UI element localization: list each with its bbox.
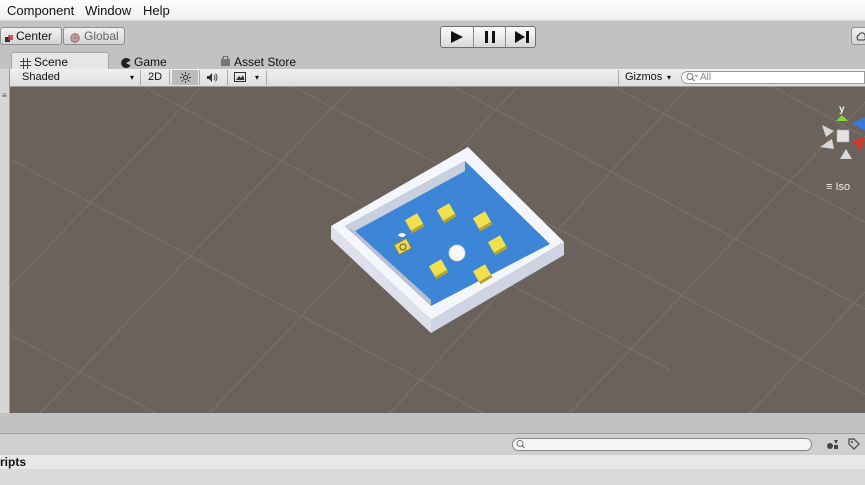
menu-lines-icon: ≡ <box>826 181 833 193</box>
dropdown-arrow-icon: ▾ <box>255 73 260 82</box>
tab-bar: Scene Game Asset Store <box>0 52 865 69</box>
2d-toggle-button[interactable]: 2D <box>143 70 167 85</box>
pivot-center-button[interactable]: Center <box>0 27 62 45</box>
scene-toolbar: Shaded ▾ 2D ▾ Gizmos ▾ All <box>10 69 865 87</box>
playback-controls <box>440 26 536 48</box>
neg-x-cone <box>822 125 834 137</box>
menu-bar: Component Window Help <box>0 0 865 21</box>
separator <box>169 70 170 85</box>
neg-z-cone <box>820 139 834 149</box>
player-ball <box>448 244 466 262</box>
pause-button[interactable] <box>473 27 506 47</box>
project-panel-title: ripts <box>0 455 27 469</box>
2d-toggle-label: 2D <box>147 71 163 83</box>
axis-y-label: y <box>839 104 845 115</box>
separator <box>140 70 141 85</box>
global-space-button[interactable]: Global <box>63 27 125 45</box>
separator <box>227 70 228 85</box>
search-icon <box>686 72 699 86</box>
main-toolbar: Center Global <box>0 21 865 52</box>
gizmos-dropdown[interactable]: Gizmos ▾ <box>622 70 678 85</box>
panel-menu-icon[interactable]: ≡ <box>2 91 7 100</box>
search-icon <box>516 439 527 453</box>
image-icon <box>234 72 246 87</box>
x-axis-cone <box>852 137 865 151</box>
step-button[interactable] <box>505 27 535 47</box>
project-panel-content <box>0 469 865 485</box>
scene-search-placeholder: All <box>700 72 712 83</box>
audio-toggle-button[interactable] <box>201 70 225 85</box>
cloud-icon <box>856 30 865 46</box>
project-search-input[interactable] <box>512 438 812 451</box>
step-icon <box>515 31 529 43</box>
projection-toggle[interactable]: ≡ Iso <box>826 181 850 193</box>
dropdown-arrow-icon: ▾ <box>667 73 672 82</box>
scene-viewport[interactable]: y ≡ Iso <box>10 87 865 413</box>
cloud-button[interactable] <box>851 27 865 45</box>
speaker-icon <box>206 72 219 88</box>
left-panel-edge: ≡ <box>0 69 10 413</box>
globe-icon <box>70 31 80 43</box>
separator <box>266 70 267 85</box>
z-axis-cone <box>852 117 865 131</box>
y-axis-cone <box>836 115 848 121</box>
filter-by-type-icon[interactable] <box>826 438 840 453</box>
menu-help[interactable]: Help <box>143 3 170 18</box>
lighting-toggle-button[interactable] <box>172 70 198 85</box>
dropdown-arrow-icon: ▾ <box>129 73 134 82</box>
scene-search-input[interactable]: All <box>681 71 865 84</box>
draw-mode-dropdown[interactable]: Shaded ▾ <box>14 70 136 85</box>
arena-floor <box>345 161 550 306</box>
gizmo-center-cube <box>836 129 850 143</box>
draw-mode-label: Shaded <box>22 71 60 83</box>
tab-scene[interactable]: Scene <box>11 52 109 69</box>
pause-icon <box>485 31 495 43</box>
menu-component[interactable]: Component <box>7 3 74 18</box>
menu-window[interactable]: Window <box>85 3 131 18</box>
pivot-center-label: Center <box>16 29 53 43</box>
tab-game[interactable]: Game <box>118 52 208 69</box>
play-icon <box>451 31 463 43</box>
separator <box>618 70 619 85</box>
gizmos-label: Gizmos <box>625 71 663 83</box>
arena[interactable] <box>10 87 865 413</box>
play-button[interactable] <box>441 27 473 47</box>
orientation-gizmo[interactable]: y <box>812 103 865 165</box>
project-toolbar <box>0 433 865 455</box>
tab-asset-store[interactable]: Asset Store <box>220 52 320 69</box>
neg-y-cone <box>840 149 852 159</box>
pivot-icon <box>5 31 13 42</box>
effects-dropdown[interactable]: ▾ <box>231 70 265 85</box>
global-space-label: Global <box>84 29 119 43</box>
project-panel-header: ripts <box>0 455 865 470</box>
panel-divider <box>0 413 865 433</box>
separator <box>199 70 200 85</box>
sun-icon <box>180 72 191 88</box>
filter-by-label-icon[interactable] <box>848 438 860 453</box>
projection-label: Iso <box>835 181 851 193</box>
